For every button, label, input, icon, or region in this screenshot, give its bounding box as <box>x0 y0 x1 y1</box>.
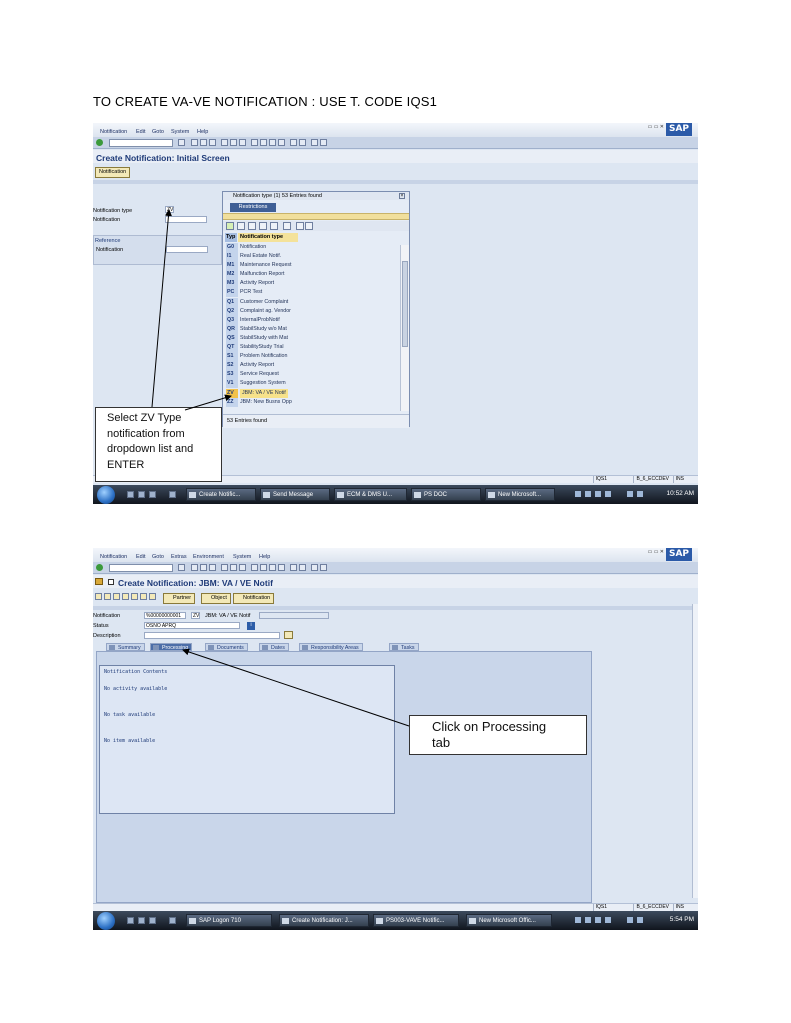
arrow-to-zv-row <box>184 394 232 411</box>
arrow-to-processing-tab <box>182 648 410 727</box>
annotation-arrows <box>151 209 410 727</box>
arrow-to-notification-type <box>151 209 172 408</box>
